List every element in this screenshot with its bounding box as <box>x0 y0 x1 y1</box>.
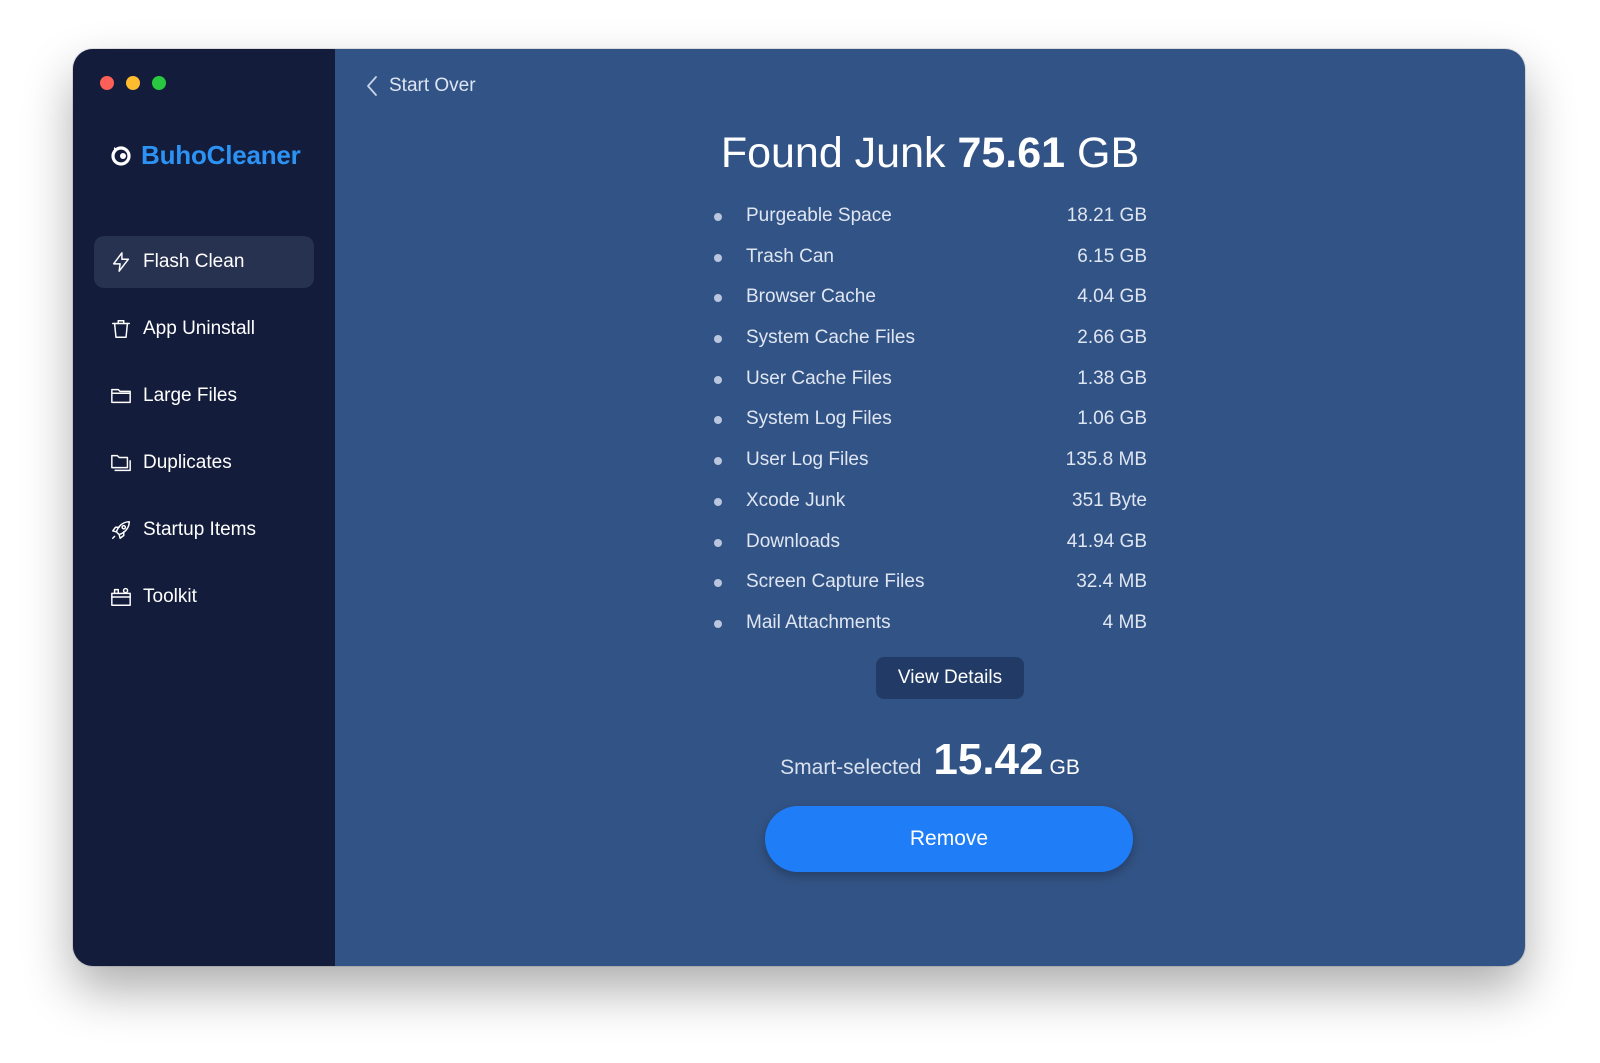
bullet-icon <box>714 294 722 303</box>
item-size: 4 MB <box>1102 611 1147 633</box>
chevron-left-icon <box>367 76 377 96</box>
minimize-window-button[interactable] <box>126 76 140 90</box>
item-size: 1.38 GB <box>1077 367 1147 389</box>
main-panel: Start Over Found Junk 75.61 GB Purgeable… <box>335 49 1525 966</box>
item-size: 6.15 GB <box>1077 245 1147 267</box>
start-over-label: Start Over <box>389 75 476 96</box>
app-logo: BuhoCleaner <box>109 137 301 173</box>
sidebar-item-label: Startup Items <box>143 519 256 540</box>
app-name: BuhoCleaner <box>141 139 301 170</box>
bullet-icon <box>714 497 722 506</box>
bullet-icon <box>714 457 722 466</box>
list-item: System Log Files 1.06 GB <box>711 402 1147 443</box>
smart-selected-value: 15.42 <box>933 735 1044 784</box>
smart-selected-unit: GB <box>1049 756 1080 779</box>
item-name: User Log Files <box>746 449 869 471</box>
total-junk-unit: GB <box>1077 129 1140 177</box>
bullet-icon <box>714 375 722 384</box>
sidebar-item-label: Toolkit <box>143 586 197 607</box>
sidebar-item-startup-items[interactable]: Startup Items <box>94 504 314 556</box>
list-item: Purgeable Space 18.21 GB <box>711 199 1147 240</box>
bullet-icon <box>714 619 722 628</box>
bullet-icon <box>714 335 722 344</box>
sidebar: BuhoCleaner Flash Clean App Uninstall La… <box>73 49 335 966</box>
zoom-window-button[interactable] <box>152 76 166 90</box>
item-name: Xcode Junk <box>746 489 846 511</box>
list-item: Trash Can 6.15 GB <box>711 240 1147 281</box>
folder-icon <box>109 384 133 408</box>
view-details-button[interactable]: View Details <box>876 657 1024 699</box>
item-size: 41.94 GB <box>1066 530 1147 552</box>
item-name: Downloads <box>746 530 840 552</box>
bullet-icon <box>714 213 722 221</box>
trash-icon <box>109 317 133 341</box>
item-name: User Cache Files <box>746 367 892 389</box>
list-item: User Log Files 135.8 MB <box>711 443 1147 484</box>
duplicate-folder-icon <box>109 451 133 475</box>
close-window-button[interactable] <box>100 76 114 90</box>
bullet-icon <box>714 253 722 262</box>
sidebar-item-duplicates[interactable]: Duplicates <box>94 437 314 489</box>
item-size: 135.8 MB <box>1065 449 1147 471</box>
sidebar-item-label: Large Files <box>143 385 237 406</box>
list-item: Xcode Junk 351 Byte <box>711 484 1147 525</box>
item-size: 32.4 MB <box>1076 571 1147 593</box>
item-size: 4.04 GB <box>1077 286 1147 308</box>
list-item: System Cache Files 2.66 GB <box>711 321 1147 362</box>
item-size: 18.21 GB <box>1066 205 1147 226</box>
sidebar-item-toolkit[interactable]: Toolkit <box>94 571 314 623</box>
start-over-button[interactable]: Start Over <box>365 71 476 101</box>
app-window: BuhoCleaner Flash Clean App Uninstall La… <box>73 49 1525 966</box>
item-name: Trash Can <box>746 245 834 267</box>
bullet-icon <box>714 538 722 547</box>
item-name: Browser Cache <box>746 286 876 308</box>
remove-button[interactable]: Remove <box>765 806 1133 872</box>
item-name: System Cache Files <box>746 327 915 349</box>
junk-list: Purgeable Space 18.21 GB Trash Can 6.15 … <box>711 199 1147 647</box>
sidebar-item-label: Flash Clean <box>143 251 245 272</box>
bullet-icon <box>714 416 722 425</box>
item-size: 1.06 GB <box>1077 408 1147 430</box>
list-item: User Cache Files 1.38 GB <box>711 362 1147 403</box>
rocket-icon <box>109 518 133 542</box>
list-item: Browser Cache 4.04 GB <box>711 280 1147 321</box>
item-name: System Log Files <box>746 408 892 430</box>
item-name: Purgeable Space <box>746 205 892 226</box>
list-item: Mail Attachments 4 MB <box>711 606 1147 647</box>
sidebar-item-flash-clean[interactable]: Flash Clean <box>94 236 314 288</box>
item-name: Screen Capture Files <box>746 571 925 593</box>
total-junk-value: 75.61 <box>957 129 1066 177</box>
list-item: Downloads 41.94 GB <box>711 525 1147 566</box>
smart-selected-label: Smart-selected <box>780 756 922 779</box>
sidebar-item-large-files[interactable]: Large Files <box>94 370 314 422</box>
toolbox-icon <box>109 585 133 609</box>
bullet-icon <box>714 579 722 588</box>
item-size: 2.66 GB <box>1077 327 1147 349</box>
title-prefix: Found Junk <box>720 129 946 177</box>
list-item: Screen Capture Files 32.4 MB <box>711 565 1147 606</box>
item-size: 351 Byte <box>1072 489 1147 511</box>
page-title: Found Junk 75.61 GB <box>335 129 1525 178</box>
sidebar-item-label: Duplicates <box>143 452 232 473</box>
sidebar-item-app-uninstall[interactable]: App Uninstall <box>94 303 314 355</box>
item-name: Mail Attachments <box>746 611 891 633</box>
sidebar-item-label: App Uninstall <box>143 318 255 339</box>
buho-logo-icon <box>111 146 131 166</box>
bolt-icon <box>109 250 133 274</box>
smart-selected-summary: Smart-selected 15.42 GB <box>335 735 1525 785</box>
